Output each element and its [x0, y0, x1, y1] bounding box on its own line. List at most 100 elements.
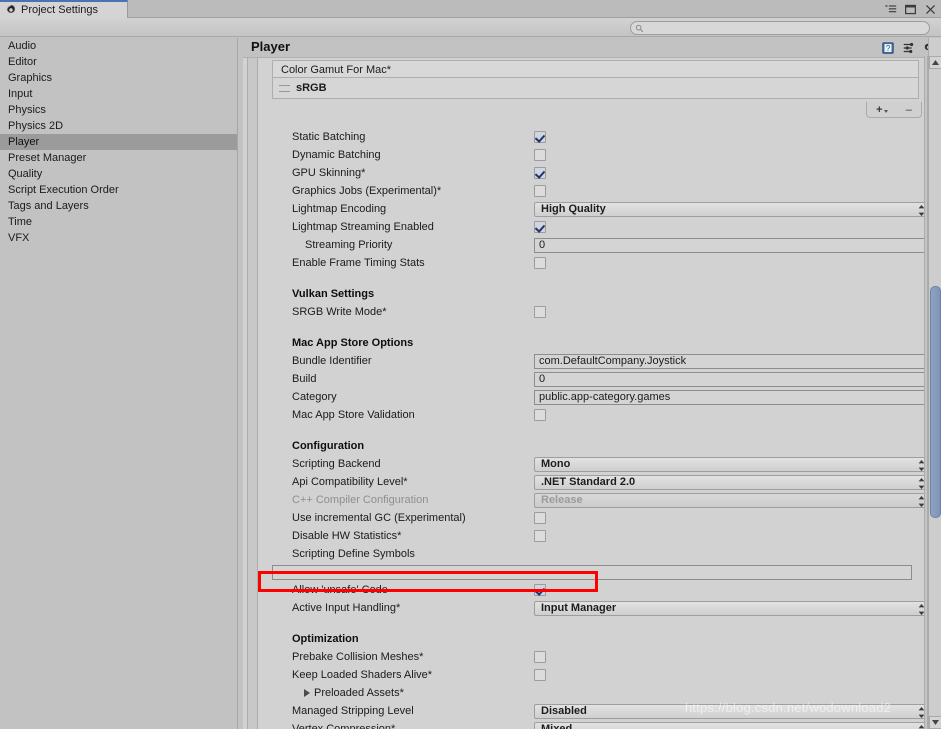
scrollbar-thumb[interactable]: [930, 286, 941, 518]
add-gamut-button[interactable]: +: [876, 103, 888, 117]
sidebar-item-preset-manager[interactable]: Preset Manager: [0, 150, 237, 166]
sidebar-item-physics-2d[interactable]: Physics 2D: [0, 118, 237, 134]
color-gamut-header: Color Gamut For Mac*: [272, 60, 919, 78]
row-label: Managed Stripping Level: [292, 705, 414, 717]
managed-stripping-level-dropdown[interactable]: Disabled: [534, 703, 931, 719]
row-label: Static Batching: [292, 131, 366, 143]
row-label: Prebake Collision Meshes*: [292, 651, 424, 663]
lightmap-encoding-dropdown[interactable]: High Quality: [534, 201, 931, 217]
row-keep-loaded-shaders-alive: Keep Loaded Shaders Alive*: [260, 666, 924, 684]
field-value: 0: [539, 239, 546, 251]
lightmap-streaming-enabled-checkbox[interactable]: [534, 221, 546, 233]
sidebar-item-graphics[interactable]: Graphics: [0, 70, 237, 86]
row-label: Build: [292, 373, 317, 385]
sidebar-item-input[interactable]: Input: [0, 86, 237, 102]
search-input[interactable]: [647, 22, 917, 34]
sidebar-item-label: Script Execution Order: [8, 184, 119, 196]
row-label: Preloaded Assets*: [314, 687, 404, 699]
use-incremental-gc-experimental-checkbox[interactable]: [534, 512, 546, 524]
disable-hw-statistics-checkbox[interactable]: [534, 530, 546, 542]
remove-gamut-button[interactable]: –: [906, 103, 912, 117]
page-scrollbar[interactable]: [924, 38, 941, 729]
row-label: Lightmap Encoding: [292, 203, 387, 215]
enable-frame-timing-stats-checkbox[interactable]: [534, 257, 546, 269]
scrollbar-track: [924, 56, 928, 729]
graphics-jobs-experimental-checkbox[interactable]: [534, 185, 546, 197]
color-gamut-item-srgb[interactable]: sRGB: [272, 78, 919, 99]
sidebar-item-quality[interactable]: Quality: [0, 166, 237, 182]
window-menu-icon[interactable]: [884, 3, 897, 16]
gpu-skinning-checkbox[interactable]: [534, 167, 546, 179]
scripting-define-symbols-input[interactable]: [272, 564, 912, 580]
row-label: Vertex Compression*: [292, 723, 396, 729]
row-use-incremental-gc-experimental: Use incremental GC (Experimental): [260, 509, 924, 527]
help-book-icon[interactable]: ?: [881, 41, 895, 55]
field-value: 0: [539, 373, 546, 385]
sidebar-item-tags-and-layers[interactable]: Tags and Layers: [0, 198, 237, 214]
search-field[interactable]: [630, 21, 930, 35]
maximize-icon[interactable]: [904, 3, 917, 16]
row-scripting-backend: Scripting Backend Mono: [260, 455, 931, 473]
row-label: C++ Compiler Configuration: [292, 494, 429, 506]
row-allow-unsafe-code: Allow 'unsafe' Code: [260, 581, 924, 599]
sidebar-item-player[interactable]: Player: [0, 134, 237, 150]
row-vertex-compression: Vertex Compression* Mixed: [260, 720, 931, 729]
drag-handle-icon[interactable]: [279, 84, 290, 92]
static-batching-checkbox[interactable]: [534, 131, 546, 143]
vertex-compression-dropdown[interactable]: Mixed: [534, 721, 931, 729]
sidebar-item-label: Audio: [8, 40, 37, 52]
sidebar-item-script-execution-order[interactable]: Script Execution Order: [0, 182, 237, 198]
row-label: Scripting Define Symbols: [292, 548, 415, 560]
sidebar-item-vfx[interactable]: VFX: [0, 230, 237, 246]
row-managed-stripping-level: Managed Stripping Level Disabled: [260, 702, 931, 720]
sidebar-item-label: Tags and Layers: [8, 200, 89, 212]
settings-category-sidebar: Audio Editor Graphics Input Physics Physics 2…: [0, 38, 238, 729]
color-gamut-item-label: sRGB: [296, 82, 327, 94]
scroll-down-arrow-icon[interactable]: [929, 716, 941, 729]
dynamic-batching-checkbox[interactable]: [534, 149, 546, 161]
page-title: Player: [251, 39, 291, 54]
sidebar-item-audio[interactable]: Audio: [0, 38, 237, 54]
sidebar-item-label: Physics 2D: [8, 120, 64, 132]
row-scripting-define-symbols: Scripting Define Symbols: [260, 545, 924, 563]
field-value: com.DefaultCompany.Joystick: [539, 355, 687, 367]
section-heading-label: Vulkan Settings: [292, 288, 375, 300]
bundle-identifier-input[interactable]: com.DefaultCompany.Joystick: [534, 353, 931, 369]
streaming-priority-input[interactable]: 0: [534, 237, 931, 253]
row-label: Graphics Jobs (Experimental)*: [292, 185, 442, 197]
tab-label: Project Settings: [21, 4, 99, 16]
row-label: Active Input Handling*: [292, 602, 401, 614]
tab-project-settings[interactable]: Project Settings: [0, 0, 128, 18]
sidebar-item-editor[interactable]: Editor: [0, 54, 237, 70]
preset-sliders-icon[interactable]: [902, 41, 916, 55]
row-srgb-write-mode: SRGB Write Mode*: [260, 303, 924, 321]
category-input[interactable]: public.app-category.games: [534, 389, 931, 405]
dropdown-value: Input Manager: [541, 602, 617, 614]
scroll-up-arrow-icon[interactable]: [929, 56, 941, 69]
mac-app-store-validation-checkbox[interactable]: [534, 409, 546, 421]
row-dynamic-batching: Dynamic Batching: [260, 146, 924, 164]
prebake-collision-meshes-checkbox[interactable]: [534, 651, 546, 663]
allow-unsafe-code-checkbox[interactable]: [534, 584, 546, 596]
sidebar-item-label: Physics: [8, 104, 46, 116]
close-icon[interactable]: [924, 3, 937, 16]
row-c-compiler-configuration: C++ Compiler Configuration Release: [260, 491, 931, 509]
foldout-triangle-icon[interactable]: [304, 689, 310, 697]
build-input[interactable]: 0: [534, 371, 931, 387]
scripting-backend-dropdown[interactable]: Mono: [534, 456, 931, 472]
row-label: Api Compatibility Level*: [292, 476, 408, 488]
row-prebake-collision-meshes: Prebake Collision Meshes*: [260, 648, 924, 666]
inner-scroll-rail[interactable]: [247, 58, 258, 729]
section-heading-mac-app-store-options: Mac App Store Options: [260, 330, 924, 352]
keep-loaded-shaders-alive-checkbox[interactable]: [534, 669, 546, 681]
api-compatibility-level-dropdown[interactable]: .NET Standard 2.0: [534, 474, 931, 490]
dropdown-value: Disabled: [541, 705, 587, 717]
active-input-handling-dropdown[interactable]: Input Manager: [534, 600, 931, 616]
srgb-write-mode-checkbox[interactable]: [534, 306, 546, 318]
sidebar-item-physics[interactable]: Physics: [0, 102, 237, 118]
row-static-batching: Static Batching: [260, 128, 924, 146]
row-row: [260, 563, 924, 581]
sidebar-item-time[interactable]: Time: [0, 214, 237, 230]
